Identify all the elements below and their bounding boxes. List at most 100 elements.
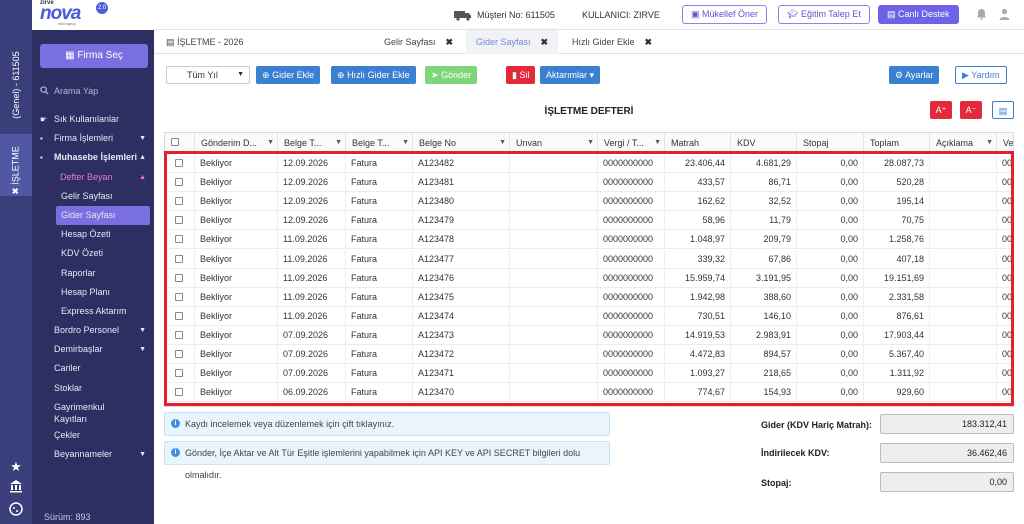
row-checkbox[interactable]	[175, 216, 183, 225]
export-file-button[interactable]: ▤	[992, 101, 1014, 119]
filter-icon[interactable]: ▼	[402, 133, 409, 153]
row-checkbox-cell[interactable]	[165, 249, 195, 269]
sidebar-item-firma-islemleri[interactable]: ▪ Firma İşlemleri ▼	[32, 129, 154, 148]
tab-gider-sayfasi[interactable]: Gider Sayfası ✖	[466, 30, 559, 54]
bank-icon[interactable]	[8, 479, 24, 495]
table-row[interactable]: Bekliyor 12.09.2026 Fatura A123482 000000000…	[165, 154, 1013, 174]
hizli-gider-ekle-button[interactable]: ⊕ Hızlı Gider Ekle	[331, 66, 416, 84]
row-checkbox-cell[interactable]	[165, 211, 195, 231]
mukellef-oner-button[interactable]: ▣ Mükellef Öner	[682, 5, 768, 24]
font-bigger-button[interactable]: A⁺	[930, 101, 952, 119]
column-header[interactable]: Ve	[997, 133, 1013, 153]
table-row[interactable]: Bekliyor 07.09.2026 Fatura A123472 000000000…	[165, 345, 1013, 365]
filter-icon[interactable]: ▼	[499, 133, 506, 153]
sidebar-item-stoklar[interactable]: Stoklar	[32, 379, 154, 398]
row-checkbox-cell[interactable]	[165, 287, 195, 307]
row-checkbox-cell[interactable]	[165, 268, 195, 288]
column-header[interactable]: Belge T... ▼	[346, 133, 413, 153]
cookie-icon[interactable]	[8, 502, 24, 518]
column-header[interactable]: Belge No ▼	[413, 133, 510, 153]
sidebar-item-beyannameler[interactable]: Beyannameler ▼	[32, 445, 154, 464]
column-header[interactable]: Belge T... ▼	[278, 133, 346, 153]
row-checkbox-cell[interactable]	[165, 306, 195, 326]
sidebar-item-gelir-sayfasi[interactable]: Gelir Sayfası	[32, 187, 154, 206]
sidebar-item-sik-kullanilanlar[interactable]: ☛ Sık Kullanılanlar	[32, 110, 154, 129]
sidebar-item-raporlar[interactable]: Raporlar	[32, 264, 154, 283]
firma-sec-button[interactable]: ▦ Firma Seç	[40, 44, 148, 68]
sidebar-item-defter-beyan[interactable]: Defter Beyan ▲	[32, 168, 154, 187]
table-row[interactable]: Bekliyor 06.09.2026 Fatura A123470 000000000…	[165, 383, 1013, 403]
column-header[interactable]: Gönderim D... ▼	[195, 133, 278, 153]
canli-destek-button[interactable]: ▤ Canlı Destek	[878, 5, 959, 24]
column-header[interactable]: Unvan ▼	[510, 133, 598, 153]
row-checkbox[interactable]	[175, 254, 183, 263]
sidebar-item-express-aktarim[interactable]: Express Aktarım	[32, 302, 154, 321]
aktarimlar-button[interactable]: Aktarımlar ▾	[540, 66, 601, 84]
sidebar-item-muhasebe-islemleri[interactable]: ▪ Muhasebe İşlemleri ▲	[32, 148, 154, 167]
filter-icon[interactable]: ▼	[986, 133, 993, 153]
column-header[interactable]: Vergi / T... ▼	[598, 133, 665, 153]
sidebar-item-bordro-personel[interactable]: Bordro Personel ▼	[32, 321, 154, 340]
row-checkbox-cell[interactable]	[165, 383, 195, 403]
table-row[interactable]: Bekliyor 11.09.2026 Fatura A123477 000000000…	[165, 249, 1013, 269]
filter-icon[interactable]: ▼	[654, 133, 661, 153]
row-checkbox[interactable]	[175, 273, 183, 282]
close-icon[interactable]: ✖	[446, 37, 454, 47]
bell-icon[interactable]	[976, 8, 987, 23]
tab-hizli-gider-ekle[interactable]: Hızlı Gider Ekle ✖	[562, 30, 662, 54]
row-checkbox[interactable]	[175, 197, 183, 206]
row-checkbox[interactable]	[175, 311, 183, 320]
row-checkbox[interactable]	[175, 350, 183, 358]
yardim-button[interactable]: ▶ Yardım	[955, 66, 1007, 84]
row-checkbox[interactable]	[175, 178, 183, 187]
select-all-checkbox[interactable]	[171, 138, 179, 146]
filter-icon[interactable]: ▼	[335, 133, 342, 153]
table-row[interactable]: Bekliyor 12.09.2026 Fatura A123481 000000000…	[165, 173, 1013, 193]
select-all-checkbox-cell[interactable]	[165, 133, 195, 153]
sil-button[interactable]: ▮ Sil	[506, 66, 536, 84]
user-icon[interactable]	[999, 8, 1010, 23]
row-checkbox-cell[interactable]	[165, 173, 195, 193]
column-header[interactable]: Matrah	[665, 133, 731, 153]
sidebar-item-gider-sayfasi[interactable]: Gider Sayfası	[56, 205, 150, 226]
close-icon[interactable]: ✖	[11, 187, 21, 195]
gider-ekle-button[interactable]: ⊕ Gider Ekle	[256, 66, 321, 84]
row-checkbox[interactable]	[175, 159, 183, 167]
table-row[interactable]: Bekliyor 11.09.2026 Fatura A123474 000000000…	[165, 306, 1013, 326]
tab-gelir-sayfasi[interactable]: Gelir Sayfası ✖	[374, 30, 463, 54]
row-checkbox[interactable]	[175, 369, 183, 378]
star-icon[interactable]: ★	[8, 459, 24, 475]
filter-icon[interactable]: ▼	[267, 133, 274, 153]
close-icon[interactable]: ✖	[541, 37, 549, 47]
table-row[interactable]: Bekliyor 07.09.2026 Fatura A123471 000000000…	[165, 364, 1013, 384]
row-checkbox-cell[interactable]	[165, 230, 195, 250]
font-smaller-button[interactable]: A⁻	[960, 101, 982, 119]
row-checkbox-cell[interactable]	[165, 154, 195, 174]
gonder-button[interactable]: ➤ Gönder	[425, 66, 478, 84]
egitim-talep-button[interactable]: 🎓︎ Eğitim Talep Et	[778, 5, 870, 24]
row-checkbox[interactable]	[175, 330, 183, 339]
column-header[interactable]: KDV	[731, 133, 797, 153]
sidebar-item-demirbaslar[interactable]: Demirbaşlar ▼	[32, 340, 154, 359]
row-checkbox-cell[interactable]	[165, 192, 195, 212]
brand-logo[interactable]: zirve nova 2.0 mikrogrup	[32, 0, 154, 30]
column-header[interactable]: Toplam	[864, 133, 930, 153]
sidebar-item-gayrimenkul-kayitlari[interactable]: Gayrimenkul Kayıtları	[32, 398, 122, 426]
sidebar-item-hesap-plani[interactable]: Hesap Planı	[32, 283, 154, 302]
year-select[interactable]: Tüm Yıl ▼	[166, 66, 250, 84]
table-row[interactable]: Bekliyor 12.09.2026 Fatura A123480 000000000…	[165, 192, 1013, 212]
sidebar-item-cariler[interactable]: Cariler	[32, 359, 154, 378]
table-row[interactable]: Bekliyor 07.09.2026 Fatura A123473 000000000…	[165, 325, 1013, 345]
table-row[interactable]: Bekliyor 12.09.2026 Fatura A123479 000000000…	[165, 211, 1013, 231]
column-header[interactable]: Açıklama ▼	[930, 133, 997, 153]
row-checkbox-cell[interactable]	[165, 364, 195, 384]
row-checkbox-cell[interactable]	[165, 345, 195, 365]
sidebar-search[interactable]: Arama Yap	[40, 82, 150, 100]
scrollbar[interactable]	[1011, 154, 1013, 204]
row-checkbox[interactable]	[175, 388, 183, 397]
ayarlar-button[interactable]: ⚙ Ayarlar	[889, 66, 940, 84]
column-header[interactable]: Stopaj	[797, 133, 864, 153]
sidebar-item-kdv-ozeti[interactable]: KDV Özeti	[32, 244, 154, 263]
sidebar-item-cekler[interactable]: Çekler	[32, 426, 154, 445]
filter-icon[interactable]: ▼	[587, 133, 594, 153]
